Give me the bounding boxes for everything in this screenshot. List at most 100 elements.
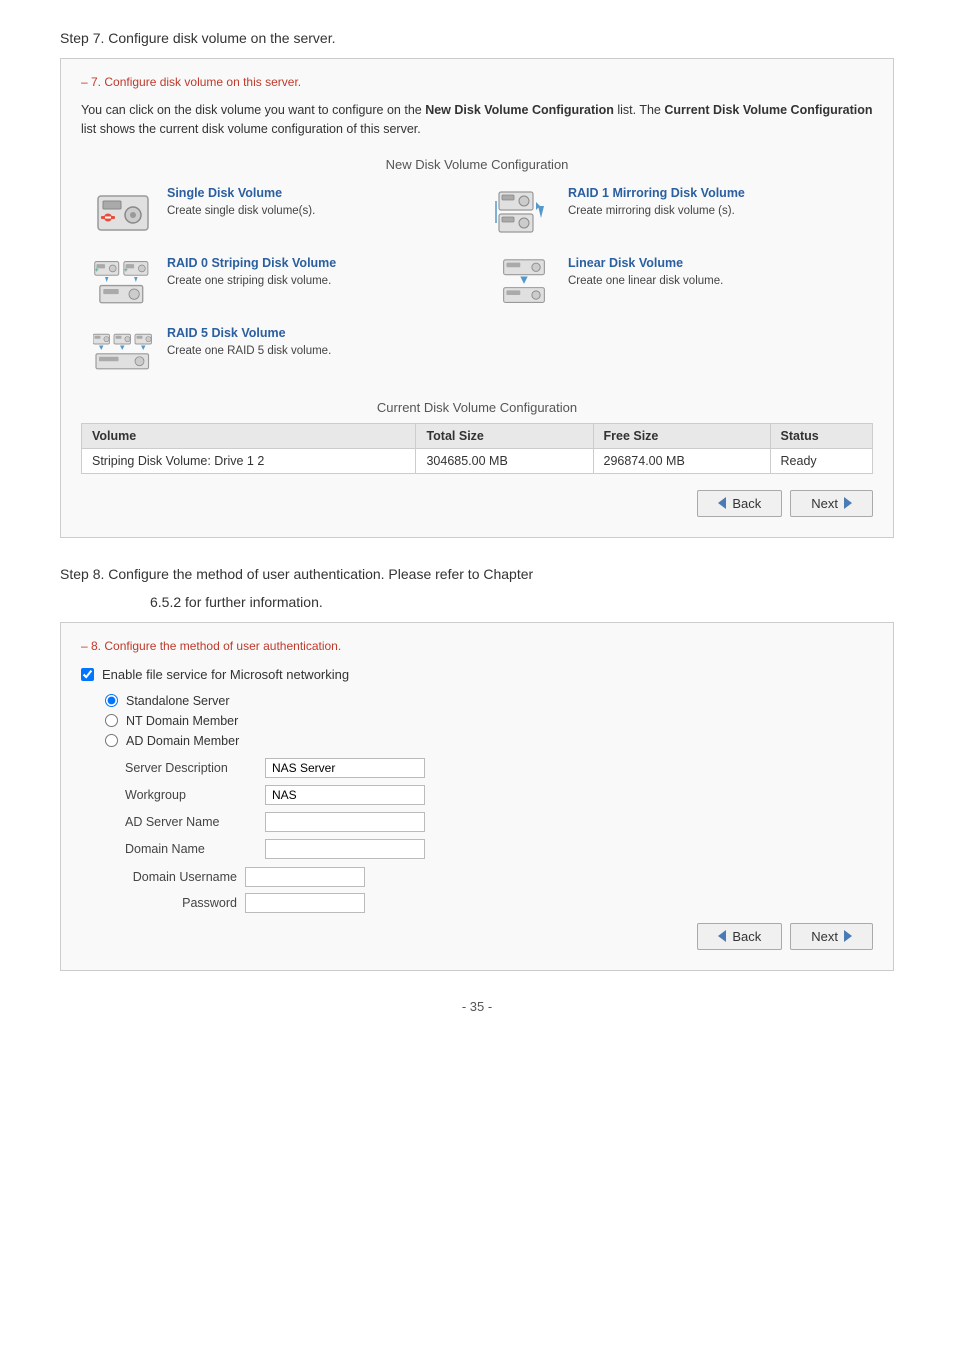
domain-name-label: Domain Name [125,842,265,856]
single-disk-name: Single Disk Volume [167,186,315,200]
step7-back-label: Back [732,496,761,511]
step8-back-arrow-icon [718,930,726,942]
single-disk-icon [91,186,155,240]
row-free-size: 296874.00 MB [593,448,770,473]
table-row: Striping Disk Volume: Drive 1 2 304685.0… [82,448,873,473]
row-status: Ready [770,448,872,473]
linear-disk-text: Linear Disk Volume Create one linear dis… [568,256,723,289]
raid5-disk-desc: Create one RAID 5 disk volume. [167,343,331,359]
domain-username-row: Domain Username [125,867,873,887]
disk-option-single[interactable]: Single Disk Volume Create single disk vo… [91,186,462,240]
nt-domain-label: NT Domain Member [126,714,238,728]
workgroup-label: Workgroup [125,788,265,802]
linear-disk-icon [492,256,556,310]
password-input[interactable] [245,893,365,913]
enable-ms-checkbox[interactable] [81,668,94,681]
server-description-input[interactable] [265,758,425,778]
domain-name-input[interactable] [265,839,425,859]
server-description-label: Server Description [125,761,265,775]
workgroup-row: Workgroup [125,785,873,805]
col-volume: Volume [82,423,416,448]
password-label: Password [125,896,245,910]
raid5-disk-icon [91,326,155,380]
step7-next-button[interactable]: Next [790,490,873,517]
single-disk-desc: Create single disk volume(s). [167,203,315,219]
standalone-label: Standalone Server [126,694,230,708]
enable-ms-label: Enable file service for Microsoft networ… [102,667,349,682]
single-disk-text: Single Disk Volume Create single disk vo… [167,186,315,219]
auth-form-grid: Server Description Workgroup AD Server N… [125,758,873,859]
step8-subtitle: 6.5.2 for further information. [150,594,894,610]
col-free-size: Free Size [593,423,770,448]
row-volume: Striping Disk Volume: Drive 1 2 [82,448,416,473]
col-total-size: Total Size [416,423,593,448]
step7-back-button[interactable]: Back [697,490,782,517]
ad-domain-label: AD Domain Member [126,734,239,748]
disk-option-raid1[interactable]: RAID 1 Mirroring Disk Volume Create mirr… [492,186,863,240]
raid1-disk-icon [492,186,556,240]
step8-next-button[interactable]: Next [790,923,873,950]
password-row: Password [125,893,873,913]
current-disk-table: Volume Total Size Free Size Status Strip… [81,423,873,474]
raid1-disk-desc: Create mirroring disk volume (s). [568,203,745,219]
linear-disk-name: Linear Disk Volume [568,256,723,270]
raid5-disk-text: RAID 5 Disk Volume Create one RAID 5 dis… [167,326,331,359]
ad-domain-radio-row: AD Domain Member [105,734,873,748]
standalone-radio[interactable] [105,694,118,707]
raid0-disk-name: RAID 0 Striping Disk Volume [167,256,336,270]
raid1-disk-name: RAID 1 Mirroring Disk Volume [568,186,745,200]
ad-domain-radio[interactable] [105,734,118,747]
nt-domain-radio-row: NT Domain Member [105,714,873,728]
step7-nav: Back Next [81,490,873,517]
page-number: - 35 - [60,999,894,1014]
disk-option-raid5[interactable]: RAID 5 Disk Volume Create one RAID 5 dis… [91,326,462,380]
server-description-row: Server Description [125,758,873,778]
raid0-disk-desc: Create one striping disk volume. [167,273,336,289]
col-status: Status [770,423,872,448]
nt-domain-radio[interactable] [105,714,118,727]
new-config-title: New Disk Volume Configuration [81,157,873,172]
raid1-disk-text: RAID 1 Mirroring Disk Volume Create mirr… [568,186,745,219]
single-disk-svg [93,188,153,238]
next-arrow-icon [844,497,852,509]
step8-header: – 8. Configure the method of user authen… [81,639,873,653]
domain-username-input[interactable] [245,867,365,887]
step8-title: Step 8. Configure the method of user aut… [60,566,894,582]
step8-next-label: Next [811,929,838,944]
raid5-disk-name: RAID 5 Disk Volume [167,326,331,340]
raid0-disk-svg: + + [93,258,153,308]
linear-disk-svg [494,258,554,308]
server-type-radio-group: Standalone Server NT Domain Member AD Do… [105,694,873,748]
back-arrow-icon [718,497,726,509]
raid1-disk-svg [494,188,554,238]
raid0-disk-icon: + + [91,256,155,310]
domain-username-label: Domain Username [125,870,245,884]
svg-text:+: + [95,266,99,273]
raid5-disk-svg [93,328,153,378]
domain-name-row: Domain Name [125,839,873,859]
disk-option-linear[interactable]: Linear Disk Volume Create one linear dis… [492,256,863,310]
step8-back-button[interactable]: Back [697,923,782,950]
ad-server-name-row: AD Server Name [125,812,873,832]
raid0-disk-text: RAID 0 Striping Disk Volume Create one s… [167,256,336,289]
step7-description: You can click on the disk volume you wan… [81,101,873,139]
step7-next-label: Next [811,496,838,511]
step8-back-label: Back [732,929,761,944]
step8-box: – 8. Configure the method of user authen… [60,622,894,971]
standalone-radio-row: Standalone Server [105,694,873,708]
svg-text:+: + [124,266,128,273]
step8-nav: Back Next [81,923,873,950]
disk-options-grid: Single Disk Volume Create single disk vo… [81,186,873,380]
step8-next-arrow-icon [844,930,852,942]
linear-disk-desc: Create one linear disk volume. [568,273,723,289]
step7-header: – 7. Configure disk volume on this serve… [81,75,873,89]
ad-server-name-label: AD Server Name [125,815,265,829]
workgroup-input[interactable] [265,785,425,805]
step7-box: – 7. Configure disk volume on this serve… [60,58,894,538]
enable-checkbox-row: Enable file service for Microsoft networ… [81,667,873,682]
disk-option-raid0[interactable]: + + RAID 0 Striping Disk Volume Create o… [91,256,462,310]
current-config-title: Current Disk Volume Configuration [81,400,873,415]
domain-credentials-section: Domain Username Password [125,867,873,913]
ad-server-name-input[interactable] [265,812,425,832]
step7-title: Step 7. Configure disk volume on the ser… [60,30,894,46]
